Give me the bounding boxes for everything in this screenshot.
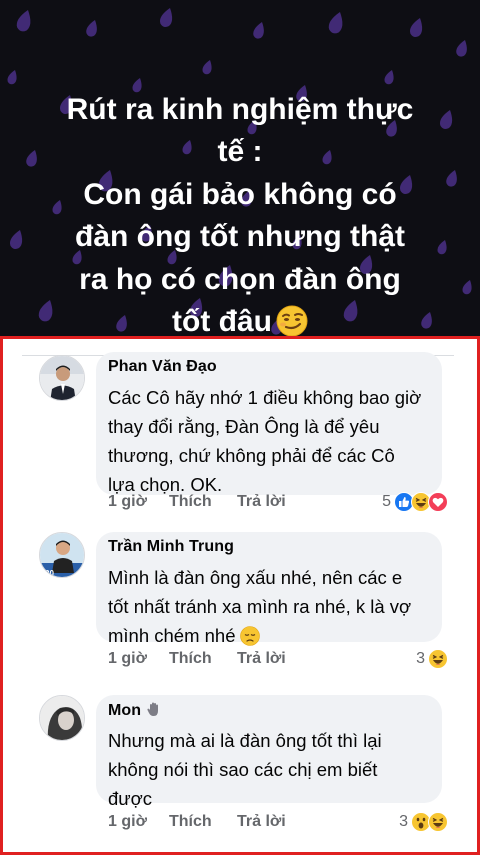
comment-time[interactable]: 1 giờ — [108, 650, 147, 668]
comment-text: Mình là đàn ông xấu nhé, nên các e tốt n… — [108, 563, 433, 654]
love-reaction-icon — [428, 492, 448, 512]
comment-author[interactable]: Mon — [108, 701, 162, 722]
comment-author[interactable]: Trần Minh Trung — [108, 538, 234, 556]
like-button[interactable]: Thích — [169, 493, 212, 511]
comment-actions: 1 giờ Thích Trả lời 5 — [108, 491, 448, 515]
comment-author[interactable]: Phan Văn Đạo — [108, 358, 217, 376]
like-button[interactable]: Thích — [169, 813, 212, 831]
comment-bubble: Phan Văn Đạo Các Cô hãy nhớ 1 điều không… — [96, 352, 442, 495]
haha-reaction-icon — [428, 649, 448, 669]
banner-title: Rút ra kinh nghiệm thực tế : Con gái bảo… — [20, 46, 460, 336]
banner-title-text: Rút ra kinh nghiệm thực tế : Con gái bảo… — [66, 92, 414, 337]
comment-actions: 1 giờ Thích Trả lời 3 — [108, 648, 448, 672]
waving-hand-icon — [146, 701, 162, 722]
smirk-face-icon — [276, 305, 308, 336]
raindrop-shape — [16, 10, 31, 32]
comment-text: Các Cô hãy nhớ 1 điều không bao giờ thay… — [108, 387, 422, 495]
comment-author-name: Mon — [108, 702, 142, 719]
reaction-count: 3 — [399, 813, 408, 830]
reaction-count: 3 — [416, 650, 425, 667]
reactions-summary[interactable]: 3 — [399, 811, 448, 833]
comment-bubble: Mon Nhưng mà ai là đàn ông tốt thì lại k… — [96, 695, 442, 809]
reply-button[interactable]: Trả lời — [237, 493, 286, 511]
raindrop-shape — [410, 18, 423, 38]
haha-reaction-icon — [428, 812, 448, 832]
raindrop-shape — [160, 8, 173, 28]
raindrop-shape — [86, 20, 97, 37]
comment-text-body: Mình là đàn ông xấu nhé, nên các e tốt n… — [108, 567, 412, 646]
comment-actions: 1 giờ Thích Trả lời 3 — [108, 811, 448, 835]
raindrop-shape — [253, 22, 264, 39]
reply-button[interactable]: Trả lời — [237, 650, 286, 668]
reactions-summary[interactable]: 3 — [416, 648, 448, 670]
reactions-summary[interactable]: 5 — [382, 491, 448, 513]
post-banner-image: Rút ra kinh nghiệm thực tế : Con gái bảo… — [0, 0, 480, 336]
raindrop-shape — [462, 280, 472, 295]
avatar[interactable] — [39, 355, 85, 401]
reply-button[interactable]: Trả lời — [237, 813, 286, 831]
comment-text: Nhưng mà ai là đàn ông tốt thì lại không… — [108, 730, 382, 809]
avatar[interactable]: 20 — [39, 532, 85, 578]
raindrop-shape — [7, 70, 17, 85]
reaction-count: 5 — [382, 493, 391, 510]
comment-bubble: Trần Minh Trung Mình là đàn ông xấu nhé,… — [96, 532, 442, 646]
comment-time[interactable]: 1 giờ — [108, 813, 147, 831]
comment-time[interactable]: 1 giờ — [108, 493, 147, 511]
raindrop-shape — [328, 12, 343, 34]
avatar[interactable] — [39, 695, 85, 741]
like-button[interactable]: Thích — [169, 650, 212, 668]
